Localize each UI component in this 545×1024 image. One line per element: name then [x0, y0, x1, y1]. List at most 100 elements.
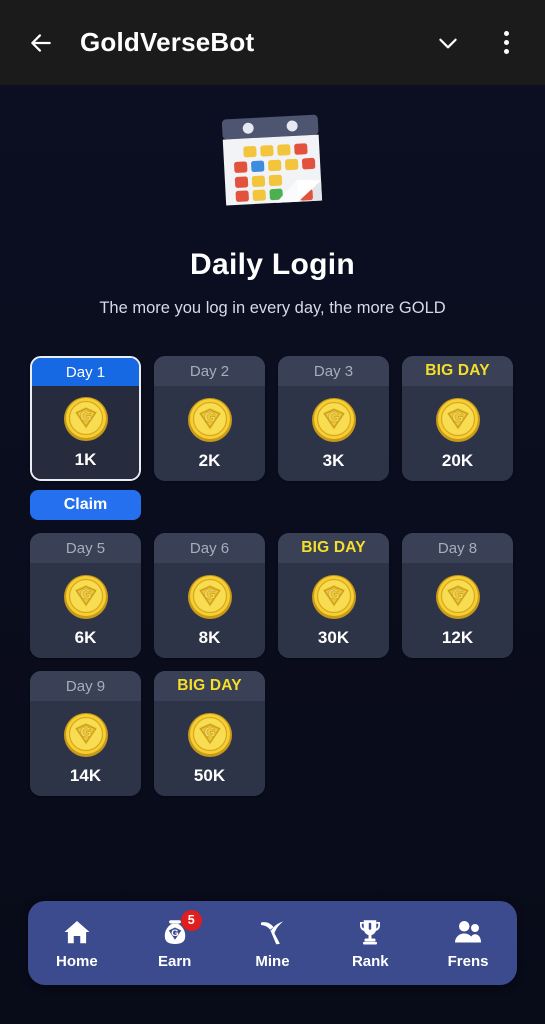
gold-coin-icon: G: [311, 575, 356, 619]
reward-amount: 1K: [74, 450, 97, 469]
nav-item-mine[interactable]: Mine: [229, 907, 315, 979]
day-reward-card[interactable]: Day 8 G 12K: [402, 533, 513, 658]
gold-coin-icon: G: [187, 398, 232, 442]
trophy-icon: [360, 919, 381, 944]
day-reward-card[interactable]: BIG DAY G 50K: [154, 671, 265, 796]
day-card-body: G 3K: [278, 386, 389, 481]
day-label: Day 8: [402, 533, 513, 563]
nav-item-label: Mine: [255, 952, 290, 970]
nav-icon-holder: [355, 917, 385, 947]
svg-text:G: G: [204, 586, 216, 603]
day-reward-card[interactable]: Day 1 G 1K: [30, 356, 141, 481]
gold-coin-icon: G: [187, 713, 232, 757]
notification-badge: 5: [180, 909, 202, 931]
day-slot: BIG DAY G 30K: [278, 533, 389, 658]
svg-text:G: G: [328, 586, 340, 603]
nav-item-frens[interactable]: Frens: [425, 907, 511, 979]
reward-amount: 6K: [74, 628, 97, 647]
day-slot: Day 8 G 12K: [402, 533, 513, 658]
day-reward-card[interactable]: Day 6 G 8K: [154, 533, 265, 658]
daily-reward-grid: Day 1 G 1K Claim Day 2 G 2K Day 3 G 3K BIG D…: [0, 356, 545, 796]
day-card-body: G 8K: [154, 563, 265, 658]
day-reward-card[interactable]: Day 9 G 14K: [30, 671, 141, 796]
day-reward-card[interactable]: Day 2 G 2K: [154, 356, 265, 481]
nav-item-label: Frens: [447, 952, 489, 970]
nav-icon-holder: [62, 917, 92, 947]
day-label: Day 5: [30, 533, 141, 563]
reward-amount: 3K: [322, 451, 345, 470]
reward-amount: 20K: [441, 451, 474, 470]
day-reward-card[interactable]: Day 5 G 6K: [30, 533, 141, 658]
day-slot: Day 5 G 6K: [30, 533, 141, 658]
day-slot: Day 6 G 8K: [154, 533, 265, 658]
bottom-navigation: Home G 5 Earn Mine Rank Frens: [28, 901, 517, 985]
gold-coin-icon: G: [435, 575, 480, 619]
back-button[interactable]: [18, 20, 64, 66]
header-actions: [427, 20, 527, 66]
day-card-body: G 50K: [154, 701, 265, 796]
reward-amount: 8K: [198, 628, 221, 647]
big-day-label: BIG DAY: [402, 356, 513, 386]
nav-icon-holder: [453, 917, 483, 947]
day-card-body: G 12K: [402, 563, 513, 658]
grid-spacer: [402, 481, 513, 520]
nav-item-earn[interactable]: G 5 Earn: [132, 907, 218, 979]
day-card-body: G 1K: [32, 386, 139, 479]
day-card-body: G 2K: [154, 386, 265, 481]
day-slot: Day 9 G 14K: [30, 671, 141, 796]
svg-text:G: G: [328, 409, 340, 426]
expand-button[interactable]: [427, 20, 469, 66]
day-slot: Day 1 G 1K Claim: [30, 356, 141, 520]
svg-text:G: G: [80, 586, 92, 603]
day-card-body: G 30K: [278, 563, 389, 658]
day-slot: BIG DAY G 50K: [154, 671, 265, 796]
day-card-body: G 14K: [30, 701, 141, 796]
big-day-label: BIG DAY: [154, 671, 265, 701]
svg-text:G: G: [452, 409, 464, 426]
arrow-left-icon: [31, 33, 51, 52]
claim-row: Claim: [30, 490, 141, 520]
calendar-illustration: [0, 99, 545, 224]
svg-text:G: G: [204, 724, 216, 741]
overflow-menu-button[interactable]: [485, 20, 527, 66]
day-slot: Day 2 G 2K: [154, 356, 265, 520]
day-label: Day 3: [278, 356, 389, 386]
day-slot: BIG DAY G 20K: [402, 356, 513, 520]
app-header: GoldVerseBot: [0, 0, 545, 85]
day-reward-card[interactable]: BIG DAY G 20K: [402, 356, 513, 481]
gold-coin-icon: G: [187, 575, 232, 619]
calendar-icon: [221, 114, 322, 206]
app-root: GoldVerseBot Daily Login The more you lo…: [0, 0, 545, 1024]
chevron-down-icon: [439, 38, 457, 48]
day-card-body: G 6K: [30, 563, 141, 658]
claim-button[interactable]: Claim: [30, 490, 141, 520]
svg-text:G: G: [204, 409, 216, 426]
gold-coin-icon: G: [63, 397, 108, 441]
reward-amount: 50K: [193, 766, 226, 785]
nav-item-rank[interactable]: Rank: [327, 907, 413, 979]
day-reward-card[interactable]: BIG DAY G 30K: [278, 533, 389, 658]
nav-item-label: Rank: [351, 952, 389, 970]
svg-text:G: G: [80, 408, 92, 425]
day-label: Day 2: [154, 356, 265, 386]
day-reward-card[interactable]: Day 3 G 3K: [278, 356, 389, 481]
pickaxe-icon: [261, 921, 284, 944]
gold-coin-icon: G: [63, 575, 108, 619]
home-icon: [64, 920, 90, 943]
gold-coin-icon: G: [435, 398, 480, 442]
nav-icon-holder: G5: [160, 909, 202, 947]
day-slot: Day 3 G 3K: [278, 356, 389, 520]
day-label: Day 6: [154, 533, 265, 563]
daily-login-subtitle: The more you log in every day, the more …: [99, 299, 446, 317]
svg-text:G: G: [171, 927, 178, 938]
svg-text:G: G: [80, 724, 92, 741]
page-title: GoldVerseBot: [80, 27, 255, 57]
reward-amount: 12K: [441, 628, 474, 647]
grid-spacer: [278, 481, 389, 520]
nav-item-home[interactable]: Home: [34, 907, 120, 979]
grid-spacer: [154, 481, 265, 520]
people-icon: [455, 920, 482, 942]
kebab-menu-icon: [503, 31, 509, 54]
day-label: Day 9: [30, 671, 141, 701]
big-day-label: BIG DAY: [278, 533, 389, 563]
